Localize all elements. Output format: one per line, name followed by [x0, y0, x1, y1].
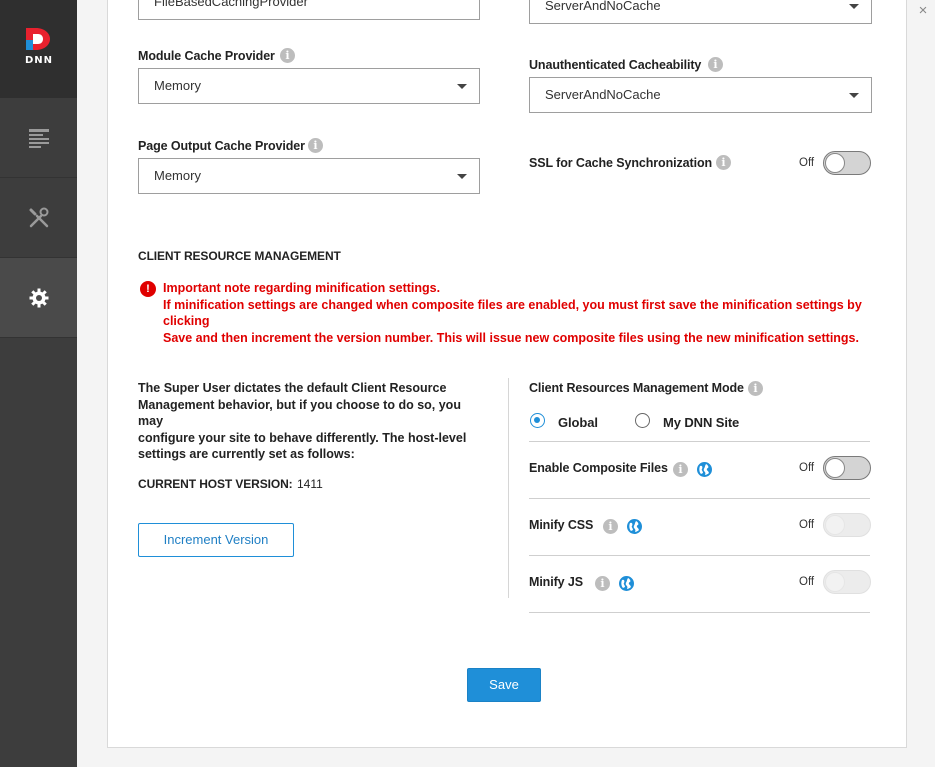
divider	[529, 555, 870, 556]
ssl-cache-sync-toggle-group: Off	[799, 151, 872, 175]
sidebar-item-settings[interactable]	[0, 258, 77, 338]
enable-composite-files-toggle-group: Off	[799, 456, 872, 480]
dnn-logo-text: DNN	[24, 55, 54, 66]
sidebar-item-tools[interactable]	[0, 178, 77, 258]
minify-css-toggle[interactable]	[823, 513, 872, 537]
info-icon[interactable]: i	[716, 155, 731, 170]
save-button[interactable]: Save	[467, 668, 541, 702]
description-line: Management behavior, but if you choose t…	[138, 397, 461, 429]
top-right-select-value: ServerAndNoCache	[545, 0, 661, 13]
minify-css-toggle-group: Off	[799, 513, 872, 537]
description-line: The Super User dictates the default Clie…	[138, 381, 447, 395]
chevron-down-icon	[849, 93, 859, 98]
info-icon[interactable]: i	[595, 576, 610, 591]
radio-global-label[interactable]: Global	[558, 415, 598, 430]
sidebar: DNN	[0, 0, 77, 767]
warning-line-2: Save and then increment the version numb…	[163, 330, 859, 345]
chevron-down-icon	[457, 174, 467, 179]
settings-icon	[29, 288, 48, 307]
warning-line-1: If minification settings are changed whe…	[163, 297, 862, 329]
chevron-down-icon	[457, 84, 467, 89]
toggle-knob	[825, 515, 846, 535]
divider	[529, 498, 870, 499]
host-version-label: CURRENT HOST VERSION:	[138, 477, 293, 491]
top-left-select[interactable]: FileBasedCachingProvider	[138, 0, 480, 20]
minification-warning: Important note regarding minification se…	[163, 280, 883, 346]
info-icon[interactable]: i	[673, 462, 688, 477]
toggle-knob	[825, 458, 846, 478]
page-output-cache-provider-select[interactable]: Memory	[138, 158, 480, 194]
sidebar-item-content[interactable]	[0, 98, 77, 178]
tools-icon	[29, 207, 48, 227]
dnn-logo[interactable]: DNN	[0, 0, 77, 98]
top-left-select-value: FileBasedCachingProvider	[154, 0, 308, 9]
module-cache-provider-select[interactable]: Memory	[138, 68, 480, 104]
toggle-state-label: Off	[799, 576, 815, 588]
minify-js-label: Minify JS	[529, 575, 583, 589]
radio-global[interactable]	[530, 413, 545, 428]
chevron-down-icon	[849, 4, 859, 9]
increment-version-button[interactable]: Increment Version	[138, 523, 294, 557]
toggle-state-label: Off	[799, 462, 815, 474]
info-icon[interactable]: i	[308, 138, 323, 153]
description-line: configure your site to behave differentl…	[138, 430, 467, 445]
dnn-logo-icon	[26, 28, 50, 50]
toggle-state-label: Off	[799, 157, 815, 169]
page-output-cache-provider-value: Memory	[154, 168, 201, 183]
enable-composite-files-label: Enable Composite Files	[529, 461, 668, 475]
divider	[529, 612, 870, 613]
description-line: settings are currently set as follows:	[138, 447, 355, 461]
divider	[529, 441, 870, 442]
globe-icon	[619, 576, 634, 591]
minify-css-label: Minify CSS	[529, 518, 594, 532]
crm-heading: CLIENT RESOURCE MANAGEMENT	[138, 249, 341, 263]
toggle-knob	[825, 153, 846, 173]
globe-icon	[627, 519, 642, 534]
unauthenticated-cacheability-value: ServerAndNoCache	[545, 87, 661, 102]
info-icon[interactable]: i	[708, 57, 723, 72]
ssl-cache-sync-toggle[interactable]	[823, 151, 872, 175]
warning-icon: !	[140, 281, 156, 297]
host-version-value: 1411	[297, 477, 323, 491]
module-cache-provider-label: Module Cache Provider	[138, 49, 275, 63]
minify-js-toggle-group: Off	[799, 570, 872, 594]
enable-composite-files-toggle[interactable]	[823, 456, 872, 480]
toggle-state-label: Off	[799, 519, 815, 531]
content-icon	[28, 128, 49, 148]
radio-my-dnn-site[interactable]	[635, 413, 650, 428]
globe-icon	[697, 462, 712, 477]
info-icon[interactable]: i	[748, 381, 763, 396]
host-settings-description: The Super User dictates the default Clie…	[138, 380, 488, 463]
warning-title: Important note regarding minification se…	[163, 281, 441, 295]
column-divider	[508, 378, 509, 598]
minify-js-toggle[interactable]	[823, 570, 872, 594]
unauthenticated-cacheability-select[interactable]: ServerAndNoCache	[529, 77, 872, 113]
close-icon[interactable]: ×	[914, 2, 932, 20]
module-cache-provider-value: Memory	[154, 78, 201, 93]
radio-my-dnn-site-label[interactable]: My DNN Site	[663, 415, 739, 430]
info-icon[interactable]: i	[603, 519, 618, 534]
unauthenticated-cacheability-label: Unauthenticated Cacheability	[529, 58, 702, 72]
ssl-cache-sync-label: SSL for Cache Synchronization	[529, 156, 713, 170]
toggle-knob	[825, 572, 846, 592]
page-output-cache-provider-label: Page Output Cache Provider	[138, 139, 305, 153]
top-right-select[interactable]: ServerAndNoCache	[529, 0, 872, 24]
crm-mode-label: Client Resources Management Mode	[529, 381, 744, 395]
info-icon[interactable]: i	[280, 48, 295, 63]
